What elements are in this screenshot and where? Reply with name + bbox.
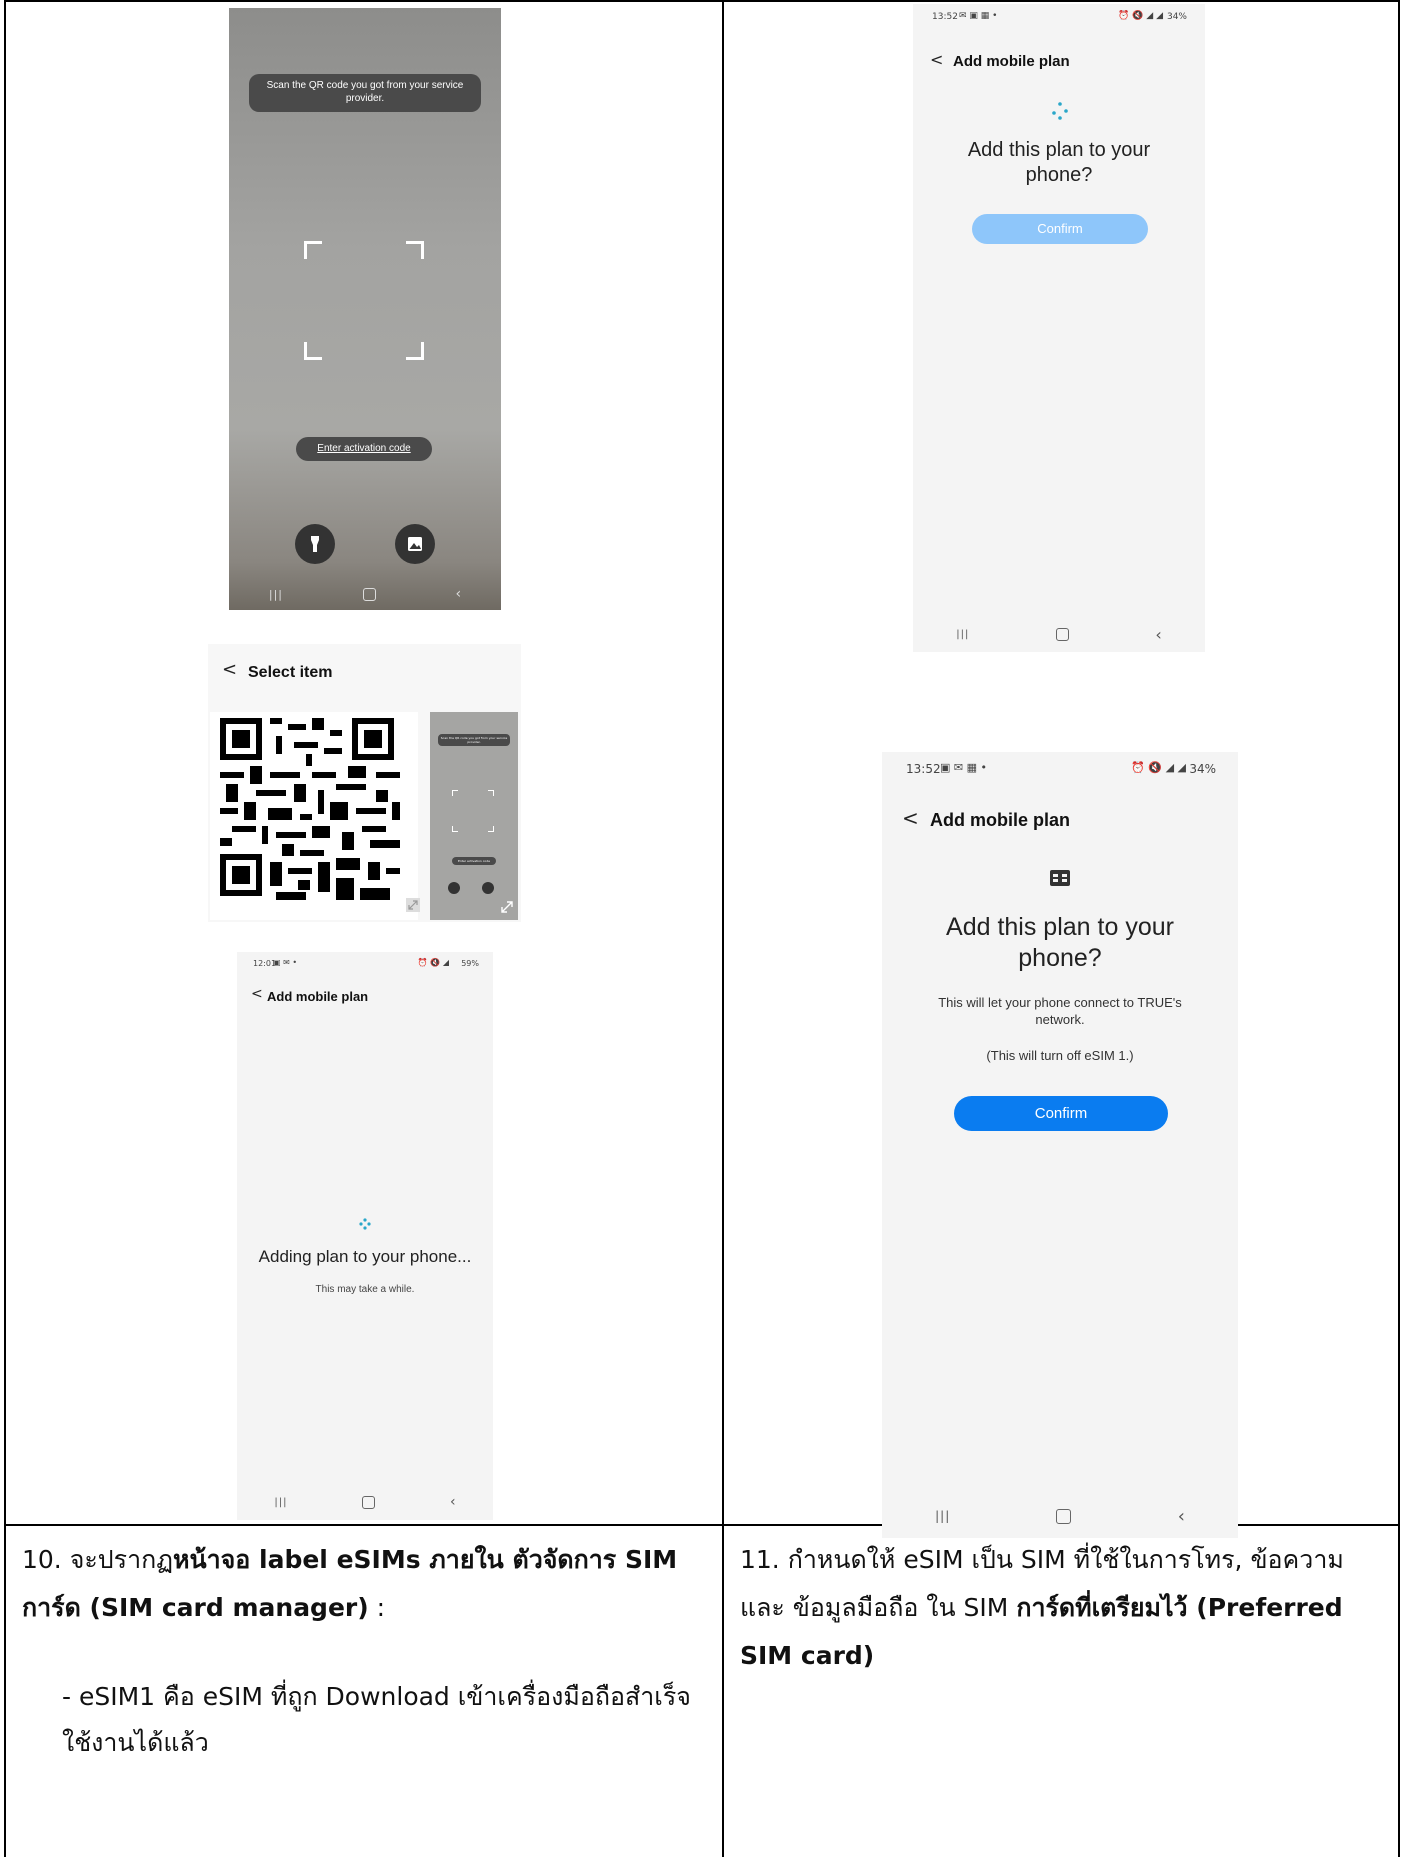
step10-number: 10. จะปรากฏ xyxy=(22,1545,174,1574)
thumb-gallery-dot xyxy=(482,882,494,894)
viewfinder-corner-bl xyxy=(304,342,322,360)
back-icon[interactable]: < xyxy=(902,808,919,828)
gallery-icon xyxy=(408,537,422,551)
adding-title: Add mobile plan xyxy=(267,989,369,1004)
status-right-icons: ⏰ 🔇 ◢ ◢ xyxy=(1118,11,1163,21)
status-battery: 34% xyxy=(1189,762,1216,776)
thumb-hint-text: Scan the QR code you got from your servi… xyxy=(440,736,508,744)
viewfinder-corner-tl xyxy=(304,241,322,259)
step10-bullet: - eSIM1 คือ eSIM ที่ถูก Download เข้าเคร… xyxy=(62,1682,691,1757)
status-battery: 34% xyxy=(1166,12,1187,22)
table-border-right xyxy=(1398,0,1400,1857)
status-time: 13:52 xyxy=(906,762,941,776)
expand-icon[interactable] xyxy=(500,900,514,914)
status-right-icons: ⏰ 🔇 ◢ ◢ xyxy=(1131,761,1186,774)
table-border-top xyxy=(4,0,1400,2)
home-icon[interactable] xyxy=(362,587,376,601)
loading-spinner-icon xyxy=(359,1218,371,1230)
screenshot-thumbnail-tile[interactable]: Scan the QR code you got from your servi… xyxy=(430,712,518,920)
back-nav-icon[interactable]: ‹ xyxy=(456,586,462,602)
loading-spinner-icon xyxy=(1052,102,1068,120)
thumb-corner-tl xyxy=(452,790,458,796)
flashlight-icon xyxy=(311,536,319,552)
confirm2-button[interactable]: Confirm xyxy=(954,1096,1168,1131)
thumb-hint-pill: Scan the QR code you got from your servi… xyxy=(438,734,510,746)
scan-hint-text: Scan the QR code you got from your servi… xyxy=(266,80,464,104)
scan-navbar: ||| ‹ xyxy=(229,584,501,604)
back-nav-icon[interactable]: ‹ xyxy=(1178,1506,1185,1527)
thumb-activation-text: Enter activation code xyxy=(457,859,491,863)
recents-icon[interactable]: ||| xyxy=(274,1497,287,1508)
scan-qr-screenshot: Scan the QR code you got from your servi… xyxy=(229,8,501,610)
confirm1-title: Add mobile plan xyxy=(953,53,1070,70)
qr-expand-icon[interactable] xyxy=(406,898,420,912)
home-icon[interactable] xyxy=(1056,1508,1072,1524)
sim-card-icon xyxy=(1050,870,1070,886)
recents-icon[interactable]: ||| xyxy=(269,588,283,601)
thumb-activation-pill: Enter activation code xyxy=(452,857,496,865)
qr-image-tile[interactable] xyxy=(210,712,418,920)
confirm1-heading: Add this plan to your phone? xyxy=(967,139,1151,186)
confirm2-description: This will let your phone connect to TRUE… xyxy=(938,995,1182,1027)
status-left-icons: ▣ ✉ ▦ • xyxy=(940,761,987,774)
thumb-corner-bl xyxy=(452,826,458,832)
confirm-plan-screenshot-2: 13:52 ▣ ✉ ▦ • ⏰ 🔇 ◢ ◢ 34% < Add mobile p… xyxy=(882,752,1238,1538)
scan-hint-pill: Scan the QR code you got from your servi… xyxy=(249,74,481,112)
confirm2-navbar: ||| ‹ xyxy=(882,1504,1238,1528)
adding-subtext: This may take a while. xyxy=(315,1284,415,1295)
status-right-icons: ⏰ 🔇 ◢ xyxy=(417,958,449,967)
confirm1-navbar: ||| ‹ xyxy=(913,624,1205,644)
back-icon[interactable]: < xyxy=(251,987,263,1001)
adding-heading: Adding plan to your phone... xyxy=(258,1247,472,1266)
status-time: 13:52 xyxy=(932,12,958,22)
select-item-title: Select item xyxy=(248,664,333,681)
step11-text: 11. กำหนดให้ eSIM เป็น SIM ที่ใช้ในการโท… xyxy=(740,1536,1390,1680)
viewfinder-corner-br xyxy=(406,342,424,360)
thumb-flashlight-dot xyxy=(448,882,460,894)
status-left-icons: ▣ ✉ • xyxy=(273,958,298,967)
table-border-left xyxy=(4,0,6,1857)
confirm2-note: (This will turn off eSIM 1.) xyxy=(986,1048,1134,1063)
adding-plan-screenshot: 12:01 ▣ ✉ • ⏰ 🔇 ◢ 59% < Add mobile plan … xyxy=(237,952,493,1520)
gallery-button[interactable] xyxy=(395,524,435,564)
step10-colon: : xyxy=(368,1593,386,1622)
select-item-screenshot: < Select item Scan the QR code you got f… xyxy=(208,644,521,922)
back-nav-icon[interactable]: ‹ xyxy=(450,1494,456,1510)
back-nav-icon[interactable]: ‹ xyxy=(1155,625,1161,644)
viewfinder-corner-tr xyxy=(406,241,424,259)
thumb-corner-br xyxy=(488,826,494,832)
adding-navbar: ||| ‹ xyxy=(237,1492,493,1512)
home-icon[interactable] xyxy=(1055,627,1069,641)
table-divider-vertical xyxy=(722,0,724,1857)
thumb-corner-tr xyxy=(488,790,494,796)
confirm2-heading: Add this plan to your phone? xyxy=(946,913,1174,972)
flashlight-button[interactable] xyxy=(295,524,335,564)
home-icon[interactable] xyxy=(362,1495,376,1509)
enter-activation-code-button[interactable]: Enter activation code xyxy=(296,437,432,461)
status-left-icons: ✉ ▣ ▦ • xyxy=(959,11,998,21)
confirm-plan-screenshot-1: 13:52 ✉ ▣ ▦ • ⏰ 🔇 ◢ ◢ 34% < Add mobile p… xyxy=(913,4,1205,652)
recents-icon[interactable]: ||| xyxy=(935,1509,950,1523)
step10-text: 10. จะปรากฏหน้าจอ label eSIMs ภายใน ตัวจ… xyxy=(22,1536,712,1632)
status-battery: 59% xyxy=(461,959,479,968)
recents-icon[interactable]: ||| xyxy=(956,629,969,640)
qr-code-image xyxy=(220,718,400,900)
back-icon[interactable]: < xyxy=(222,661,237,679)
confirm2-title: Add mobile plan xyxy=(930,810,1071,830)
back-icon[interactable]: < xyxy=(930,52,943,68)
enter-activation-code-label: Enter activation code xyxy=(317,443,411,454)
confirm1-button[interactable]: Confirm xyxy=(972,214,1148,244)
